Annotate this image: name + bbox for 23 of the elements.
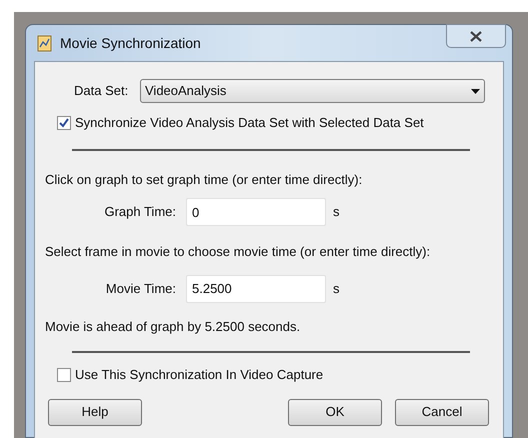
checkbox-label: Use This Synchronization In Video Capture	[75, 366, 324, 384]
checkbox[interactable]	[57, 368, 71, 382]
instruction-text: Click on graph to set graph time (or enter time directly):	[45, 170, 364, 189]
movie-time-field[interactable]: 5.2500	[186, 274, 326, 302]
dropdown-arrow-icon	[471, 88, 480, 94]
unit-label: s	[333, 203, 340, 222]
movie-time-label: Movie Time:	[104, 280, 176, 298]
unit-label: s	[333, 280, 340, 298]
window-title: Movie Synchronization	[60, 34, 201, 53]
ok-button[interactable]: OK	[288, 398, 382, 426]
cancel-button[interactable]: Cancel	[395, 398, 489, 426]
data-set-dropdown[interactable]: VideoAnalysis	[140, 79, 485, 103]
chart-notepad-icon	[36, 34, 54, 52]
help-button[interactable]: Help	[48, 398, 142, 426]
checkbox-label: Synchronize Video Analysis Data Set with Selected Data Set	[75, 114, 424, 132]
graph-time-field[interactable]: 0	[186, 198, 326, 226]
data-set-label: Data Set:	[74, 82, 130, 100]
status-text: Movie is ahead of graph by 5.2500 seconds.	[45, 318, 302, 336]
checkbox[interactable]	[57, 116, 71, 130]
instruction-text: Select frame in movie to choose movie time (or enter time directly):	[45, 243, 432, 261]
close-button[interactable]	[446, 24, 506, 48]
graph-time-label: Graph Time:	[103, 203, 176, 222]
close-icon	[470, 30, 482, 42]
